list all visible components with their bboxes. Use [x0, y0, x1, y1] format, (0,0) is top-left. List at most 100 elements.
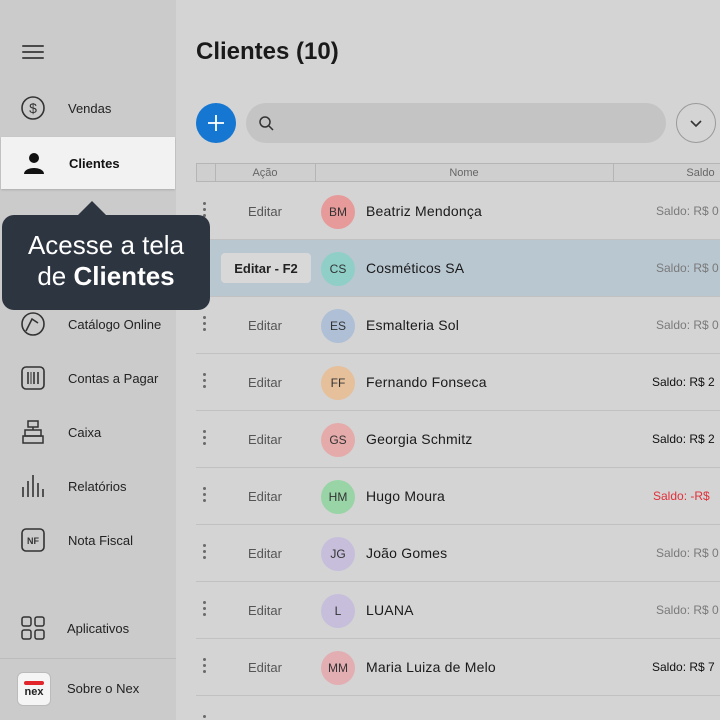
callout-line-2-bold: Clientes [73, 261, 175, 291]
row-menu-icon[interactable] [203, 487, 207, 505]
callout-line-2-prefix: de [37, 261, 74, 291]
nf-icon: NF [20, 527, 46, 553]
sidebar-item-clientes[interactable]: Clientes [1, 137, 175, 189]
row-menu-icon[interactable] [203, 658, 207, 676]
avatar: MM [321, 651, 355, 685]
avatar: CS [321, 252, 355, 286]
edit-button[interactable]: Editar [248, 375, 282, 390]
column-header-saldo: Saldo [686, 167, 715, 179]
row-menu-icon[interactable] [203, 601, 207, 619]
edit-button[interactable]: Editar [248, 318, 282, 333]
client-name[interactable]: Georgia Schmitz [366, 431, 472, 447]
hamburger-menu-icon[interactable] [22, 45, 44, 61]
bar-chart-icon [20, 473, 46, 499]
edit-button[interactable]: Editar [248, 546, 282, 561]
sidebar-item-contas-a-pagar[interactable]: Contas a Pagar [0, 352, 176, 404]
sidebar-item-sobre[interactable]: Sobre o Nex [0, 662, 176, 714]
table-row[interactable]: Editar MM Maria Luiza de Melo Saldo: R$ 7 [196, 639, 720, 696]
row-menu-icon[interactable] [203, 544, 207, 562]
table-row[interactable]: Editar ES Esmalteria Sol Saldo: R$ 0 [196, 297, 720, 354]
dollar-circle-icon: $ [20, 95, 46, 121]
sidebar-divider [0, 658, 176, 659]
client-saldo: Saldo: R$ 0 [656, 603, 719, 617]
avatar: GS [321, 423, 355, 457]
row-menu-icon [203, 715, 207, 720]
table-row[interactable]: Editar - F2 CS Cosméticos SA Saldo: R$ 0 [196, 240, 720, 297]
search-input[interactable] [246, 103, 666, 143]
sidebar-item-nota-fiscal[interactable]: NF Nota Fiscal [0, 514, 176, 566]
sidebar-item-label: Vendas [68, 100, 112, 116]
callout-line-1: Acesse a tela [27, 230, 185, 260]
client-name[interactable]: Hugo Moura [366, 488, 445, 504]
apps-grid-icon [20, 615, 46, 641]
client-saldo: Saldo: R$ 7 [652, 660, 715, 674]
chevron-down-icon [690, 120, 702, 128]
avatar: HM [321, 480, 355, 514]
row-menu-icon[interactable] [203, 316, 207, 334]
barcode-icon [20, 365, 46, 391]
main-content: Clientes (10) Ação Nome Saldo Editar BM Be… [176, 0, 720, 720]
svg-text:$: $ [29, 100, 37, 116]
client-name[interactable]: Beatriz Mendonça [366, 203, 482, 219]
avatar: ES [321, 309, 355, 343]
avatar: L [321, 594, 355, 628]
client-saldo: Saldo: R$ 0 [656, 318, 719, 332]
callout-line-2: de Clientes [2, 261, 210, 292]
sidebar-item-aplicativos[interactable]: Aplicativos [0, 602, 176, 654]
table-row[interactable]: Editar L LUANA Saldo: R$ 0 [196, 582, 720, 639]
edit-button[interactable]: Editar [248, 432, 282, 447]
page-title: Clientes (10) [196, 38, 339, 65]
add-client-button[interactable] [196, 103, 236, 143]
client-saldo: Saldo: R$ 0 [656, 261, 719, 275]
sidebar-item-caixa[interactable]: Caixa [0, 406, 176, 458]
table-row[interactable]: Editar BM Beatriz Mendonça Saldo: R$ 0 [196, 183, 720, 240]
client-saldo: Saldo: -R$ [653, 489, 710, 503]
edit-button[interactable]: Editar [248, 603, 282, 618]
table-row[interactable]: Editar FF Fernando Fonseca Saldo: R$ 2 [196, 354, 720, 411]
table-row[interactable]: Editar HM Hugo Moura Saldo: -R$ [196, 468, 720, 525]
table-row[interactable]: Editar GS Georgia Schmitz Saldo: R$ 2 [196, 411, 720, 468]
sidebar-item-label: Relatórios [68, 478, 127, 494]
column-header-acao: Ação [252, 167, 278, 179]
sidebar-item-label: Aplicativos [67, 620, 130, 636]
row-menu-icon[interactable] [203, 430, 207, 448]
client-name[interactable]: João Gomes [366, 545, 447, 561]
avatar: FF [321, 366, 355, 400]
sidebar-item-label: Catálogo Online [68, 316, 162, 332]
cash-register-icon [20, 419, 46, 445]
nf-icon-text: NF [27, 536, 39, 546]
sidebar-item-label: Clientes [69, 155, 120, 171]
client-name[interactable]: Maria Luiza de Melo [366, 659, 496, 675]
client-name[interactable]: Esmalteria Sol [366, 317, 459, 333]
sidebar: $ Vendas Clientes Catálogo Online Contas… [0, 0, 176, 720]
avatar: JG [321, 537, 355, 571]
search-icon [258, 115, 274, 136]
table-row-partial [196, 696, 720, 720]
sidebar-item-label: Contas a Pagar [68, 370, 159, 386]
user-icon [21, 150, 47, 176]
client-saldo: Saldo: R$ 0 [656, 546, 719, 560]
edit-button[interactable]: Editar [248, 660, 282, 675]
client-saldo: Saldo: R$ 0 [656, 204, 719, 218]
table-row[interactable]: Editar JG João Gomes Saldo: R$ 0 [196, 525, 720, 582]
sidebar-item-relatorios[interactable]: Relatórios [0, 460, 176, 512]
client-saldo: Saldo: R$ 2 [652, 375, 715, 389]
sidebar-item-vendas[interactable]: $ Vendas [0, 82, 176, 134]
catalog-icon [20, 311, 46, 337]
edit-button[interactable]: Editar - F2 [221, 253, 311, 283]
row-menu-icon[interactable] [203, 373, 207, 391]
sidebar-item-label: Sobre o Nex [67, 680, 140, 696]
table-header: Ação Nome Saldo [196, 163, 720, 182]
filter-dropdown-button[interactable] [676, 103, 716, 143]
sidebar-item-label: Caixa [68, 424, 102, 440]
tooltip-callout: Acesse a tela de Clientes [2, 201, 210, 310]
client-saldo: Saldo: R$ 2 [652, 432, 715, 446]
client-name[interactable]: LUANA [366, 602, 414, 618]
edit-button[interactable]: Editar [248, 489, 282, 504]
avatar: BM [321, 195, 355, 229]
sidebar-item-label: Nota Fiscal [68, 532, 134, 548]
edit-button[interactable]: Editar [248, 204, 282, 219]
client-name[interactable]: Fernando Fonseca [366, 374, 487, 390]
column-header-nome: Nome [449, 167, 479, 179]
client-name[interactable]: Cosméticos SA [366, 260, 464, 276]
